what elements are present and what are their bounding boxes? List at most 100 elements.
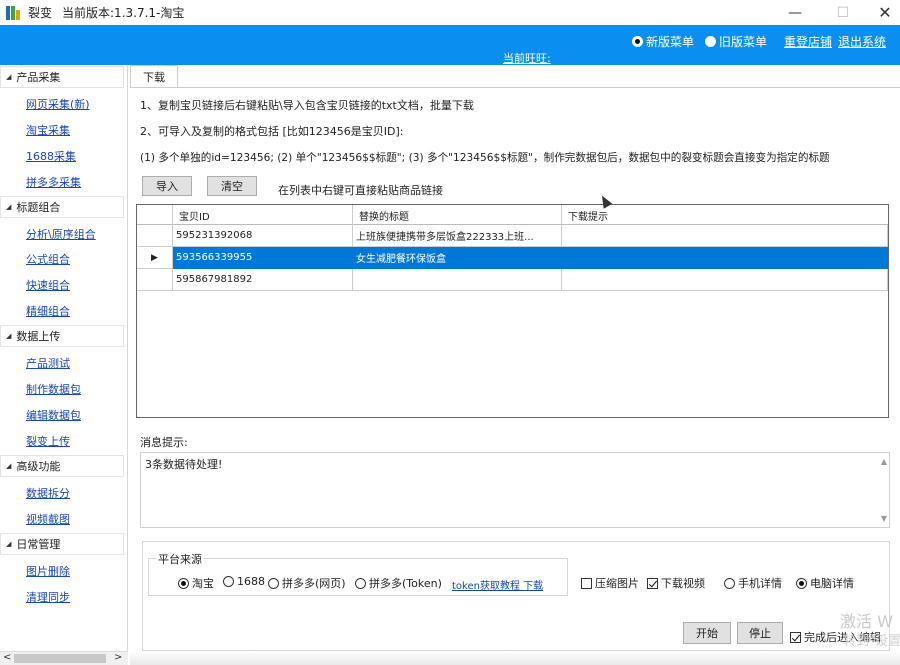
platform-radio-1688[interactable]: 1688 [223, 575, 265, 588]
old-menu-label: 旧版菜单 [719, 35, 768, 49]
instruction-line-2: 2、可导入及复制的格式包括 [比如123456是宝贝ID]: [140, 125, 404, 138]
table-row-selected[interactable]: ▶ 593566339955 女生减肥餐环保饭盒 [137, 247, 888, 269]
top-header: 新版菜单 旧版菜单 重登店铺 退出系统 当前旺旺: [0, 25, 900, 65]
paste-hint: 在列表中右键可直接粘贴商品链接 [278, 184, 443, 197]
sidebar-item-data-split[interactable]: 数据拆分 [26, 485, 70, 501]
sidebar-item-analysis-combo[interactable]: 分析\原序组合 [26, 226, 96, 242]
version-label: 当前版本:1.3.7.1-淘宝 [62, 6, 185, 20]
stop-button[interactable]: 停止 [737, 622, 783, 644]
cell-id[interactable]: 595867981892 [173, 269, 353, 291]
start-button[interactable]: 开始 [683, 622, 731, 644]
collapse-triangle-icon: ◢ [6, 73, 12, 81]
column-header-id[interactable]: 宝贝ID [173, 205, 353, 225]
download-video-checkbox[interactable]: 下载视频 [647, 575, 705, 591]
radio-unselected-icon [223, 576, 234, 587]
import-button[interactable]: 导入 [142, 176, 192, 196]
bottom-edge [130, 651, 900, 665]
sidebar-horizontal-scrollbar[interactable]: < > [0, 651, 128, 665]
instruction-line-3: (1) 多个单独的id=123456; (2) 单个"123456$$标题"; … [140, 152, 830, 164]
sidebar-group-daily[interactable]: ◢ 日常管理 [0, 533, 124, 555]
row-marker[interactable] [137, 225, 173, 247]
logout-link[interactable]: 退出系统 [838, 33, 886, 50]
clear-button[interactable]: 清空 [207, 176, 257, 196]
option-label: 淘宝 [192, 577, 214, 590]
option-label: 手机详情 [738, 577, 782, 590]
minimize-button[interactable]: — [772, 0, 818, 25]
sidebar-item-taobao-collect[interactable]: 淘宝采集 [26, 122, 70, 138]
cell-title[interactable]: 上班族便捷携带多层饭盒222333上班... [353, 225, 562, 247]
scroll-right-icon[interactable]: > [114, 652, 122, 663]
tab-divider [130, 87, 900, 88]
cell-tip[interactable] [562, 269, 888, 291]
option-label: 拼多多(网页) [282, 577, 346, 590]
sidebar-item-edit-package[interactable]: 编辑数据包 [26, 407, 81, 423]
activation-watermark: 激活 W [840, 612, 893, 631]
platform-label: 平台来源 [156, 551, 204, 567]
platform-radio-taobao[interactable]: 淘宝 [178, 575, 214, 591]
compress-images-checkbox[interactable]: 压缩图片 [581, 575, 639, 591]
scrollbar-thumb[interactable] [14, 654, 106, 663]
sidebar-group-title-combo[interactable]: ◢ 标题组合 [0, 196, 124, 218]
option-label: 拼多多(Token) [369, 577, 442, 590]
collapse-triangle-icon: ◢ [6, 332, 12, 340]
sidebar-item-1688-collect[interactable]: 1688采集 [26, 148, 76, 164]
table-row[interactable]: 595867981892 [137, 269, 888, 291]
collapse-triangle-icon: ◢ [6, 462, 12, 470]
sidebar-item-fine-combo[interactable]: 精细组合 [26, 303, 70, 319]
cell-tip[interactable] [562, 225, 888, 247]
table-row[interactable]: 595231392068 上班族便捷携带多层饭盒222333上班... [137, 225, 888, 247]
group-label: 产品采集 [16, 71, 61, 84]
tab-download[interactable]: 下载 [130, 65, 178, 87]
group-label: 标题组合 [16, 201, 61, 214]
sidebar-item-delete-images[interactable]: 图片删除 [26, 563, 70, 579]
message-text: 3条数据待处理! [145, 458, 223, 471]
cell-id[interactable]: 595231392068 [173, 225, 353, 247]
sidebar-group-product-collect[interactable]: ◢ 产品采集 [0, 66, 124, 88]
mobile-detail-radio[interactable]: 手机详情 [724, 575, 782, 591]
group-label: 日常管理 [16, 538, 61, 551]
sidebar-item-make-package[interactable]: 制作数据包 [26, 381, 81, 397]
platform-radio-pdd-web[interactable]: 拼多多(网页) [268, 575, 346, 591]
row-header-corner [137, 205, 173, 225]
radio-unselected-icon [268, 577, 279, 589]
close-button[interactable]: ✕ [862, 0, 900, 25]
cell-title[interactable] [353, 269, 562, 291]
row-marker-arrow-icon[interactable]: ▶ [137, 247, 173, 269]
sidebar-item-formula-combo[interactable]: 公式组合 [26, 251, 70, 267]
relogin-shop-link[interactable]: 重登店铺 [784, 33, 832, 50]
sidebar: ◢ 产品采集 网页采集(新) 淘宝采集 1688采集 拼多多采集 ◢ 标题组合 分析… [0, 65, 128, 651]
maximize-button[interactable]: ☐ [820, 0, 866, 25]
pc-detail-radio[interactable]: 电脑详情 [796, 575, 854, 591]
sidebar-item-fission-upload[interactable]: 裂变上传 [26, 433, 70, 449]
sidebar-group-data-upload[interactable]: ◢ 数据上传 [0, 325, 124, 347]
sidebar-item-product-test[interactable]: 产品测试 [26, 355, 70, 371]
sidebar-item-pdd-collect[interactable]: 拼多多采集 [26, 174, 81, 190]
sidebar-item-clean-sync[interactable]: 清理同步 [26, 589, 70, 605]
sidebar-item-quick-combo[interactable]: 快速组合 [26, 277, 70, 293]
scroll-down-icon[interactable]: ▼ [881, 514, 887, 523]
download-grid[interactable]: 宝贝ID 替换的标题 下载提示 595231392068 上班族便捷携带多层饭盒… [136, 204, 889, 418]
column-header-tip[interactable]: 下载提示 [562, 205, 888, 225]
scroll-left-icon[interactable]: < [3, 652, 11, 663]
cell-title[interactable]: 女生减肥餐环保饭盒 [353, 247, 562, 269]
cell-id[interactable]: 593566339955 [173, 247, 353, 269]
message-textarea[interactable]: 3条数据待处理! ▲ ▼ [140, 452, 890, 528]
sidebar-item-web-collect[interactable]: 网页采集(新) [26, 96, 90, 112]
scroll-up-icon[interactable]: ▲ [881, 457, 887, 466]
sidebar-group-advanced[interactable]: ◢ 高级功能 [0, 455, 124, 477]
cell-tip[interactable] [562, 247, 888, 269]
message-label: 消息提示: [140, 436, 188, 449]
radio-selected-icon [178, 577, 189, 589]
row-marker[interactable] [137, 269, 173, 291]
title-bar: 裂变 当前版本:1.3.7.1-淘宝 — ☐ ✕ [0, 0, 900, 25]
old-menu-radio[interactable]: 旧版菜单 [705, 33, 767, 50]
window-title: 裂变 [28, 6, 53, 20]
token-tutorial-link[interactable]: token获取教程 下载 [452, 577, 543, 592]
sidebar-item-video-screenshot[interactable]: 视频截图 [26, 511, 70, 527]
new-menu-radio[interactable]: 新版菜单 [632, 33, 694, 50]
radio-unselected-icon [355, 577, 366, 589]
radio-selected-icon [796, 577, 807, 589]
platform-radio-pdd-token[interactable]: 拼多多(Token) [355, 575, 442, 591]
current-shop-link[interactable]: 当前旺旺: [503, 50, 551, 66]
column-header-title[interactable]: 替换的标题 [353, 205, 562, 225]
